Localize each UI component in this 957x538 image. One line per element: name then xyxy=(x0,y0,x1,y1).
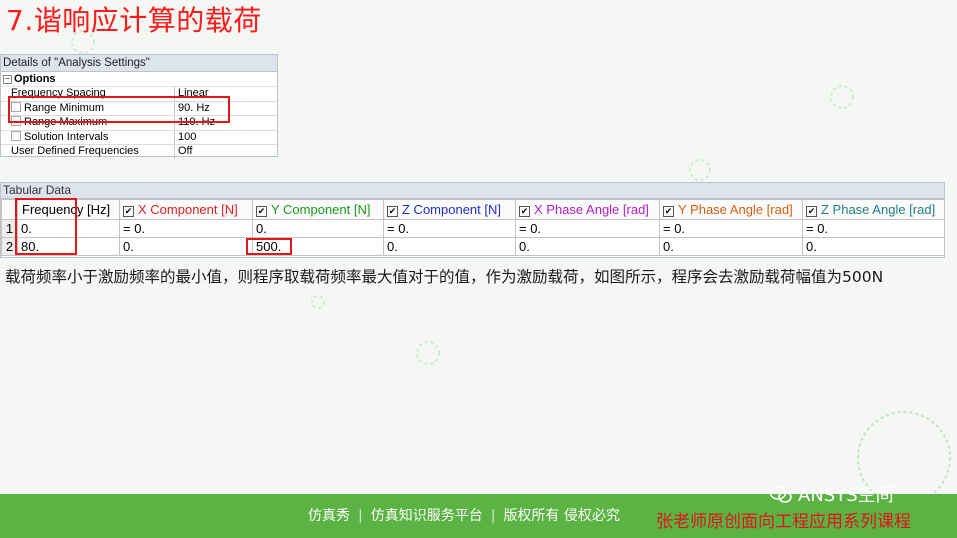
slide-title: 7.谐响应计算的载荷 xyxy=(6,4,262,37)
table-cell[interactable]: 80. xyxy=(17,237,120,256)
footer-links: 仿真秀 | 仿真知识服务平台 | 版权所有 侵权必究 xyxy=(308,494,620,538)
parameter-checkbox[interactable] xyxy=(11,130,21,141)
details-key: Range Minimum xyxy=(24,101,105,114)
collapse-toggle-icon[interactable]: − xyxy=(3,75,12,84)
column-label: Frequency [Hz] xyxy=(22,202,111,217)
table-row: 1 0. = 0. 0. = 0. = 0. = 0. = 0. xyxy=(1,219,945,238)
column-label: Z Component [N] xyxy=(402,202,501,217)
details-row-frequency-spacing[interactable]: Frequency Spacing Linear xyxy=(1,87,277,102)
parameter-checkbox[interactable] xyxy=(11,116,21,126)
tabular-table: Frequency [Hz] ✔ X Component [N] ✔ Y Compo… xyxy=(1,199,945,256)
table-cell[interactable]: 0. xyxy=(802,237,945,256)
wechat-icon xyxy=(770,486,792,503)
table-cell[interactable]: = 0. xyxy=(119,219,253,238)
details-value[interactable]: Linear xyxy=(175,87,209,101)
parameter-checkbox[interactable] xyxy=(11,101,21,112)
details-header: Details of "Analysis Settings" xyxy=(1,55,277,72)
table-cell[interactable]: 0. xyxy=(515,237,660,256)
table-cell[interactable]: = 0. xyxy=(515,219,660,238)
column-label: Z Phase Angle [rad] xyxy=(821,202,936,217)
details-value[interactable]: 110. Hz xyxy=(175,116,215,130)
details-row-range-minimum[interactable]: Range Minimum 90. Hz xyxy=(1,101,277,116)
table-cell[interactable]: 0. xyxy=(252,219,384,238)
footer-separator: | xyxy=(358,508,363,524)
course-label: 张老师原创面向工程应用系列课程 xyxy=(656,512,911,532)
options-group-label: Options xyxy=(14,73,56,85)
column-header-y-phase-angle[interactable]: ✔ Y Phase Angle [rad] xyxy=(659,199,803,220)
details-row-solution-intervals[interactable]: Solution Intervals 100 xyxy=(1,130,277,145)
table-cell[interactable]: = 0. xyxy=(383,219,516,238)
details-value[interactable]: Off xyxy=(175,145,192,159)
footer-link[interactable]: 仿真知识服务平台 xyxy=(371,508,483,524)
column-label: Y Component [N] xyxy=(271,202,371,217)
column-header-frequency[interactable]: Frequency [Hz] xyxy=(17,199,120,220)
details-panel: Details of "Analysis Settings" − Options … xyxy=(0,54,278,159)
brand-watermark: ANSYS空间 xyxy=(770,484,894,508)
column-header-z-phase-angle[interactable]: ✔ Z Phase Angle [rad] xyxy=(802,199,945,220)
details-key: Frequency Spacing xyxy=(1,87,175,101)
footer-separator: | xyxy=(490,508,496,524)
details-row-range-maximum[interactable]: Range Maximum 110. Hz xyxy=(1,116,277,131)
table-cell[interactable]: 0. xyxy=(17,219,120,238)
table-cell[interactable]: = 0. xyxy=(659,219,803,238)
table-cell[interactable]: 500. xyxy=(252,237,384,256)
checkmark-icon[interactable]: ✔ xyxy=(806,206,817,217)
column-header-x-phase-angle[interactable]: ✔ X Phase Angle [rad] xyxy=(515,199,660,220)
table-cell[interactable]: 0. xyxy=(119,237,253,256)
checkmark-icon[interactable]: ✔ xyxy=(123,206,134,217)
checkmark-icon[interactable]: ✔ xyxy=(387,206,398,217)
options-group[interactable]: − Options xyxy=(1,72,277,87)
details-row-user-defined-frequencies[interactable]: User Defined Frequencies Off xyxy=(1,145,277,159)
footer-link[interactable]: 版权所有 侵权必究 xyxy=(503,508,619,524)
details-key: User Defined Frequencies xyxy=(1,145,175,159)
brand-text: ANSYS空间 xyxy=(798,485,894,506)
details-value[interactable]: 100 xyxy=(175,131,196,145)
row-number: 1 xyxy=(1,219,18,238)
row-number: 2 xyxy=(1,237,18,256)
table-cell[interactable]: 0. xyxy=(383,237,516,256)
table-cell[interactable]: = 0. xyxy=(802,219,945,238)
checkmark-icon[interactable]: ✔ xyxy=(519,206,530,217)
explanation-text: 载荷频率小于激励频率的最小值，则程序取载荷频率最大值对于的值，作为激励载荷，如图… xyxy=(5,268,884,286)
column-header-x-component[interactable]: ✔ X Component [N] xyxy=(119,199,253,220)
column-label: X Component [N] xyxy=(138,202,238,217)
tabular-data-panel: Tabular Data Frequency [Hz] ✔ X Component… xyxy=(0,182,945,258)
column-label: Y Phase Angle [rad] xyxy=(678,202,793,217)
tabular-header: Tabular Data xyxy=(1,183,944,199)
table-cell[interactable]: 0. xyxy=(659,237,803,256)
checkmark-icon[interactable]: ✔ xyxy=(256,206,267,217)
table-header-row: Frequency [Hz] ✔ X Component [N] ✔ Y Compo… xyxy=(1,199,945,220)
column-header-y-component[interactable]: ✔ Y Component [N] xyxy=(252,199,384,220)
column-header-z-component[interactable]: ✔ Z Component [N] xyxy=(383,199,516,220)
table-row: 2 80. 0. 500. 0. 0. 0. 0. xyxy=(1,237,945,256)
footer-link[interactable]: 仿真秀 xyxy=(308,508,350,524)
column-label: X Phase Angle [rad] xyxy=(534,202,649,217)
details-value[interactable]: 90. Hz xyxy=(175,102,210,116)
checkmark-icon[interactable]: ✔ xyxy=(663,206,674,217)
details-key: Range Maximum xyxy=(24,116,108,128)
details-key: Solution Intervals xyxy=(24,130,109,143)
